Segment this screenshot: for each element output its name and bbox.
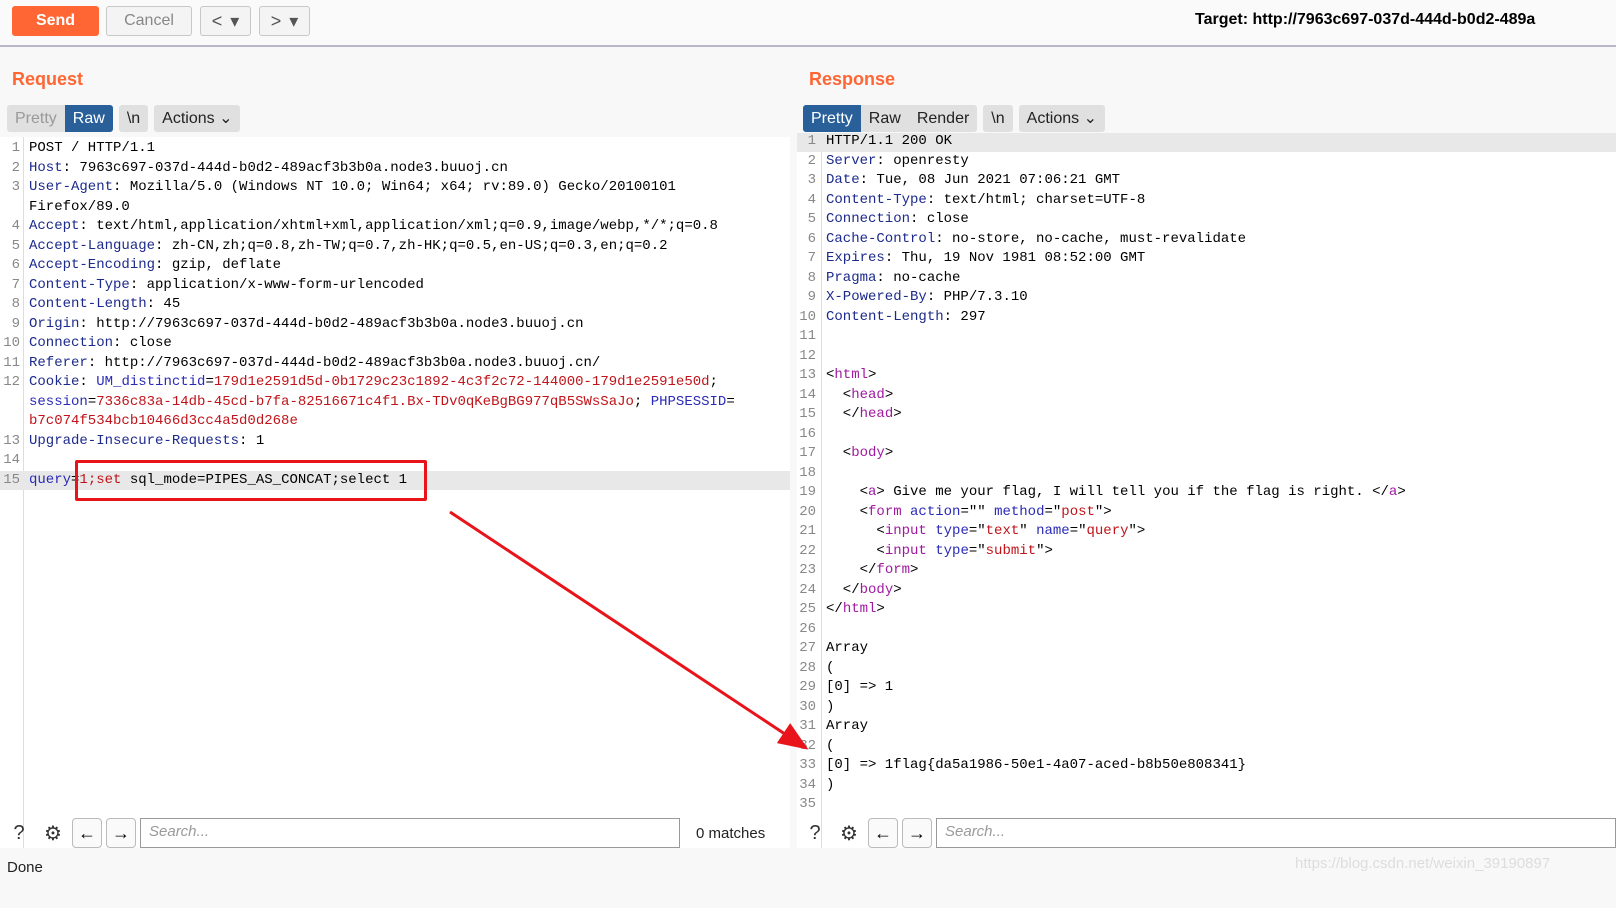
match-count: 0 matches (696, 824, 766, 842)
response-search-bar: ? ⚙ ← → Search... (800, 815, 1616, 851)
annotation-arrow (449, 510, 809, 750)
gear-icon[interactable]: ⚙ (38, 818, 68, 848)
next-match-button[interactable]: → (106, 818, 136, 848)
next-match-button[interactable]: → (902, 818, 932, 848)
gear-icon[interactable]: ⚙ (834, 818, 864, 848)
help-icon[interactable]: ? (4, 818, 34, 848)
previous-match-button[interactable]: ← (72, 818, 102, 848)
watermark: https://blog.csdn.net/weixin_39190897 (1295, 855, 1551, 872)
request-search-bar: ? ⚙ ← → Search... 0 matches (4, 815, 765, 851)
search-input[interactable]: Search... (140, 818, 680, 848)
search-input[interactable]: Search... (936, 818, 1616, 848)
help-icon[interactable]: ? (800, 818, 830, 848)
status-text: Done (7, 859, 43, 876)
previous-match-button[interactable]: ← (868, 818, 898, 848)
